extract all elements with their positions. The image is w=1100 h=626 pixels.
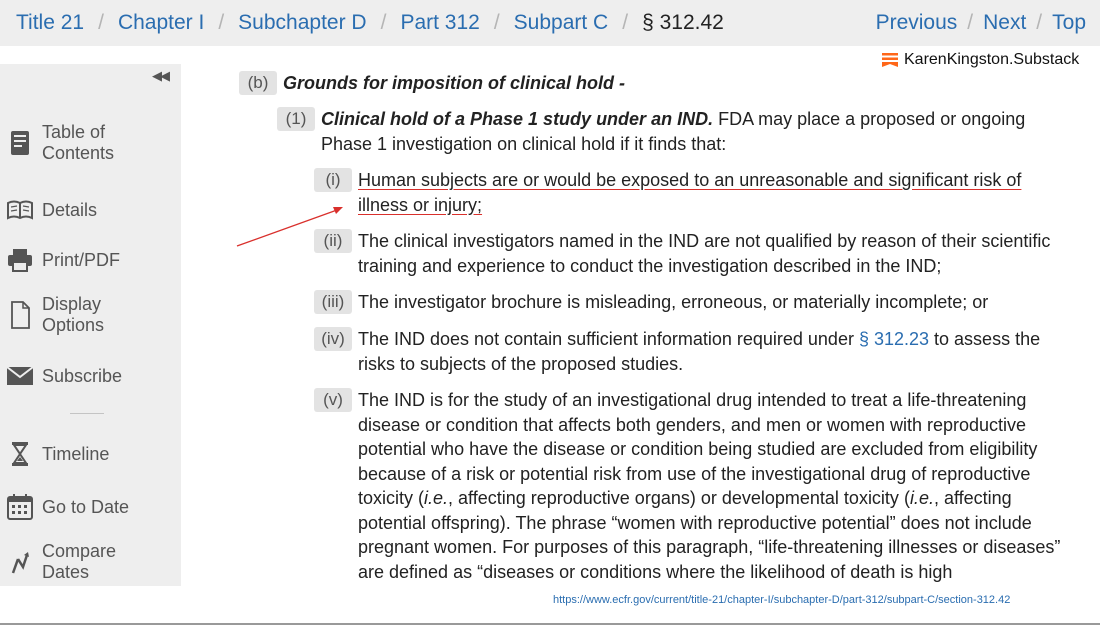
calendar-icon <box>6 493 34 521</box>
top-link[interactable]: Top <box>1052 11 1086 35</box>
watermark-text: KarenKingston.Substack <box>904 51 1080 68</box>
breadcrumb-separator: / <box>622 11 629 34</box>
breadcrumb-current-section: § 312.42 <box>642 11 724 34</box>
paragraph-text: The investigator brochure is misleading,… <box>358 292 989 312</box>
source-url[interactable]: https://www.ecfr.gov/current/title-21/ch… <box>553 594 1010 606</box>
sidebar-item-table-of-contents[interactable]: Table of Contents <box>6 122 152 164</box>
paragraph-number[interactable]: (b) <box>239 71 277 95</box>
sidebar-item-compare-dates[interactable]: Compare Dates <box>6 541 152 583</box>
sidebar-item-details[interactable]: Details <box>6 196 152 224</box>
hourglass-icon <box>6 440 34 468</box>
paragraph-ii: (ii) The clinical investigators named in… <box>314 229 1074 278</box>
breadcrumb-separator: / <box>493 11 500 34</box>
document-icon <box>6 301 34 329</box>
breadcrumb-subpart[interactable]: Subpart C <box>514 11 609 35</box>
envelope-icon <box>6 362 34 390</box>
breadcrumb-title[interactable]: Title 21 <box>16 11 84 35</box>
paragraph-number[interactable]: (iv) <box>314 327 352 351</box>
sidebar-item-print-pdf[interactable]: Print/PDF <box>6 246 152 274</box>
paragraph-text: , affecting reproductive organs) or deve… <box>448 488 910 508</box>
printer-icon <box>6 246 34 274</box>
paragraph-1: (1) Clinical hold of a Phase 1 study und… <box>277 107 1073 156</box>
sidebar-item-subscribe[interactable]: Subscribe <box>6 362 152 390</box>
sidebar-item-display-options[interactable]: Display Options <box>6 294 152 336</box>
paragraph-text: The clinical investigators named in the … <box>358 231 1051 276</box>
breadcrumb-part[interactable]: Part 312 <box>400 11 479 35</box>
regulation-text: (b) Grounds for imposition of clinical h… <box>181 64 1100 586</box>
next-link[interactable]: Next <box>983 11 1026 35</box>
breadcrumb: Title 21 / Chapter I / Subchapter D / Pa… <box>16 11 724 35</box>
highlighted-text: Human subjects are or would be exposed t… <box>358 170 1022 215</box>
breadcrumb-separator: / <box>98 11 104 34</box>
watermark: KarenKingston.Substack <box>878 50 1084 70</box>
sidebar-item-label: Table of Contents <box>42 122 115 163</box>
heading-suffix: - <box>614 73 625 93</box>
paragraph-number[interactable]: (i) <box>314 168 352 192</box>
paragraph-heading: Grounds for imposition of clinical hold <box>283 73 614 93</box>
paragraph-number[interactable]: (ii) <box>314 229 352 253</box>
compare-icon <box>6 548 34 576</box>
collapse-sidebar-icon[interactable]: ◀◀ <box>152 68 170 84</box>
breadcrumb-separator: / <box>380 11 387 34</box>
nav-separator: / <box>1036 11 1043 34</box>
paragraph-number[interactable]: (v) <box>314 388 352 412</box>
breadcrumb-bar: Title 21 / Chapter I / Subchapter D / Pa… <box>0 0 1100 46</box>
section-navigation: Previous / Next / Top <box>876 0 1086 46</box>
breadcrumb-chapter[interactable]: Chapter I <box>118 11 204 35</box>
sidebar-item-label: Timeline <box>42 443 110 464</box>
source-footer: https://www.ecfr.gov/current/title-21/ch… <box>0 586 1100 626</box>
paragraph-i: (i) Human subjects are or would be expos… <box>314 168 1040 217</box>
paragraph-b: (b) Grounds for imposition of clinical h… <box>239 71 939 96</box>
substack-logo-icon <box>882 53 898 67</box>
paragraph-text: The IND does not contain sufficient info… <box>358 329 859 349</box>
open-book-icon <box>6 196 34 224</box>
emphasis-text: i.e. <box>424 488 449 508</box>
bottom-border <box>0 623 1100 625</box>
sidebar-item-label: Compare Dates <box>42 541 117 582</box>
emphasis-text: i.e. <box>909 488 934 508</box>
paragraph-iv: (iv) The IND does not contain sufficient… <box>314 327 1074 376</box>
sidebar-divider <box>70 413 104 414</box>
sidebar-item-go-to-date[interactable]: Go to Date <box>6 493 152 521</box>
sidebar-item-timeline[interactable]: Timeline <box>6 440 152 468</box>
sidebar-item-label: Print/PDF <box>42 249 121 270</box>
paragraph-number[interactable]: (1) <box>277 107 315 131</box>
paragraph-heading: Clinical hold of a Phase 1 study under a… <box>321 109 714 129</box>
nav-separator: / <box>967 11 974 34</box>
sidebar-item-label: Subscribe <box>42 365 123 386</box>
paragraph-number[interactable]: (iii) <box>314 290 352 314</box>
paragraph-v: (v) The IND is for the study of an inves… <box>314 388 1074 584</box>
sidebar-item-label: Display Options <box>42 294 105 335</box>
breadcrumb-separator: / <box>218 11 225 34</box>
book-icon <box>6 129 34 157</box>
sidebar-item-label: Details <box>42 199 98 220</box>
paragraph-iii: (iii) The investigator brochure is misle… <box>314 290 1074 315</box>
breadcrumb-subchapter[interactable]: Subchapter D <box>238 11 366 35</box>
previous-link[interactable]: Previous <box>876 11 958 35</box>
sidebar-item-label: Go to Date <box>42 496 130 517</box>
section-link-312-23[interactable]: § 312.23 <box>859 329 929 349</box>
sidebar: ◀◀ Table of Contents Details Print/PDF D… <box>0 64 181 586</box>
